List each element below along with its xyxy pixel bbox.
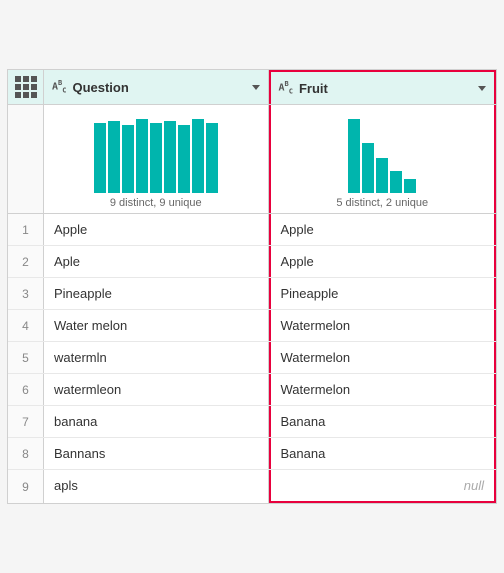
table-row: 2ApleApple bbox=[8, 246, 496, 278]
row-number: 7 bbox=[8, 406, 44, 437]
col-header-fruit[interactable]: ABC Fruit bbox=[269, 70, 497, 104]
summary-text-question: 9 distinct, 9 unique bbox=[110, 197, 202, 209]
bar bbox=[164, 121, 176, 193]
fruit-cell: Banana bbox=[269, 438, 497, 469]
bar bbox=[150, 123, 162, 193]
data-rows-container: 1AppleApple2ApleApple3PineapplePineapple… bbox=[8, 214, 496, 503]
fruit-cell: Apple bbox=[269, 246, 497, 277]
grid-icon bbox=[15, 76, 37, 98]
abc-icon-fruit: ABC bbox=[279, 80, 293, 95]
data-table: ABC Question ABC Fruit 9 distinc bbox=[7, 69, 497, 504]
fruit-cell: Apple bbox=[269, 214, 497, 245]
row-number: 4 bbox=[8, 310, 44, 341]
table-row: 5watermlnWatermelon bbox=[8, 342, 496, 374]
col-label-fruit: Fruit bbox=[299, 81, 472, 96]
bar bbox=[376, 158, 388, 193]
col-label-question: Question bbox=[72, 80, 245, 95]
row-num-header bbox=[8, 70, 44, 104]
summary-text-fruit: 5 distinct, 2 unique bbox=[336, 197, 428, 209]
summary-cell-fruit: 5 distinct, 2 unique bbox=[269, 105, 497, 213]
bar bbox=[206, 123, 218, 193]
question-cell: Aple bbox=[44, 246, 269, 277]
bar-chart-question bbox=[52, 113, 260, 193]
table-row: 1AppleApple bbox=[8, 214, 496, 246]
table-row: 6watermleonWatermelon bbox=[8, 374, 496, 406]
fruit-cell: Watermelon bbox=[269, 342, 497, 373]
dropdown-arrow-fruit[interactable] bbox=[478, 86, 486, 91]
bar bbox=[122, 125, 134, 193]
fruit-cell: null bbox=[269, 470, 497, 503]
table-header: ABC Question ABC Fruit bbox=[8, 70, 496, 105]
bar bbox=[178, 125, 190, 193]
bar bbox=[192, 119, 204, 193]
row-number: 5 bbox=[8, 342, 44, 373]
table-row: 4Water melonWatermelon bbox=[8, 310, 496, 342]
row-number: 9 bbox=[8, 470, 44, 503]
question-cell: Water melon bbox=[44, 310, 269, 341]
question-cell: banana bbox=[44, 406, 269, 437]
question-cell: Apple bbox=[44, 214, 269, 245]
table-row: 9aplsnull bbox=[8, 470, 496, 503]
bar bbox=[136, 119, 148, 193]
table-row: 7bananaBanana bbox=[8, 406, 496, 438]
summary-row-num bbox=[8, 105, 44, 213]
bar bbox=[348, 119, 360, 193]
question-cell: watermleon bbox=[44, 374, 269, 405]
question-cell: Bannans bbox=[44, 438, 269, 469]
question-cell: Pineapple bbox=[44, 278, 269, 309]
bar bbox=[404, 179, 416, 193]
row-number: 8 bbox=[8, 438, 44, 469]
bar-chart-fruit bbox=[279, 113, 487, 193]
fruit-cell: Watermelon bbox=[269, 374, 497, 405]
question-cell: watermln bbox=[44, 342, 269, 373]
table-row: 8BannansBanana bbox=[8, 438, 496, 470]
table-row: 3PineapplePineapple bbox=[8, 278, 496, 310]
bar bbox=[390, 171, 402, 193]
col-header-question[interactable]: ABC Question bbox=[44, 70, 269, 104]
abc-icon-question: ABC bbox=[52, 79, 66, 94]
fruit-cell: Pineapple bbox=[269, 278, 497, 309]
fruit-cell: Banana bbox=[269, 406, 497, 437]
fruit-cell: Watermelon bbox=[269, 310, 497, 341]
summary-row: 9 distinct, 9 unique 5 distinct, 2 uniqu… bbox=[8, 105, 496, 214]
row-number: 3 bbox=[8, 278, 44, 309]
row-number: 1 bbox=[8, 214, 44, 245]
bar bbox=[108, 121, 120, 193]
bar bbox=[362, 143, 374, 193]
row-number: 6 bbox=[8, 374, 44, 405]
question-cell: apls bbox=[44, 470, 269, 503]
row-number: 2 bbox=[8, 246, 44, 277]
summary-cell-question: 9 distinct, 9 unique bbox=[44, 105, 269, 213]
dropdown-arrow-question[interactable] bbox=[252, 85, 260, 90]
bar bbox=[94, 123, 106, 193]
